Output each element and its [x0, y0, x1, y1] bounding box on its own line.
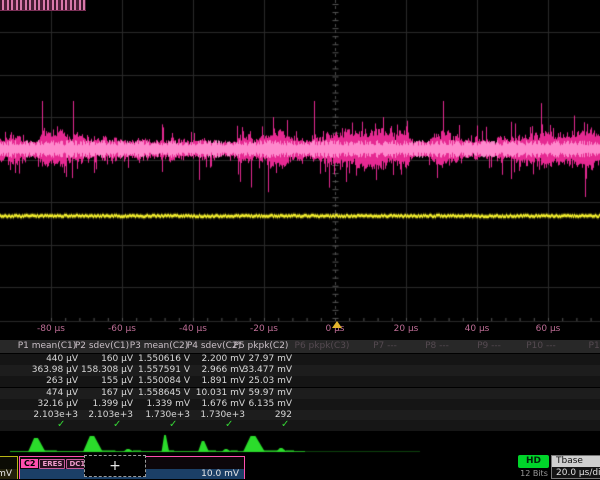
measurement-value: 33.477 mV: [218, 365, 292, 376]
measurement-row: 440 µV160 µV1.550616 V2.200 mV27.97 mV: [0, 354, 600, 366]
time-axis-label: -100 µs: [0, 324, 4, 334]
measurement-header-empty[interactable]: P11: [565, 341, 600, 352]
c2-label: C2: [21, 459, 38, 468]
c2-eres-badge: ERES: [39, 459, 65, 469]
measurement-header[interactable]: P5 pkpk(C2): [228, 341, 294, 352]
time-axis: -100 µs-80 µs-60 µs-40 µs-20 µs0 µs20 µs…: [0, 322, 600, 339]
measurement-value: 6.135 mV: [218, 399, 292, 410]
waveform-grid[interactable]: [0, 0, 600, 323]
measurement-header-empty[interactable]: P10 ---: [509, 341, 573, 352]
measurement-value: 27.97 mV: [218, 354, 292, 365]
time-axis-label: -80 µs: [21, 324, 81, 334]
measurement-value: 59.97 mV: [218, 388, 292, 399]
time-axis-label: 20 µs: [376, 324, 436, 334]
timebase-title: Tbase: [552, 456, 600, 467]
oscilloscope-screen: -100 µs-80 µs-60 µs-40 µs-20 µs0 µs20 µs…: [0, 0, 600, 480]
add-trace-button[interactable]: +: [84, 455, 146, 477]
time-axis-label: -40 µs: [163, 324, 223, 334]
time-axis-label: 60 µs: [518, 324, 578, 334]
measurement-row: 474 µV167 µV1.558645 V10.031 mV59.97 mV: [0, 388, 600, 400]
top-left-badge[interactable]: [0, 0, 86, 11]
time-axis-label: -20 µs: [234, 324, 294, 334]
measurement-row: 363.98 µV158.308 µV1.557591 V2.966 mV33.…: [0, 365, 600, 377]
time-axis-label: -60 µs: [92, 324, 152, 334]
timebase-descriptor[interactable]: Tbase 20.0 µs/div: [551, 455, 600, 479]
measurement-row: 263 µV155 µV1.550084 V1.891 mV25.03 mV: [0, 376, 600, 388]
measurement-header-empty[interactable]: P6 pkpk(C3): [290, 341, 354, 352]
c1-scale-value: 10.0 mV: [0, 469, 17, 479]
time-axis-label: 40 µs: [447, 324, 507, 334]
hd-mode-badge[interactable]: HD: [518, 455, 549, 468]
hd-bits-label: 12 Bits: [512, 469, 556, 478]
channel-descriptor-c1[interactable]: C1 DC1M 10.0 mV: [0, 456, 18, 479]
trigger-delay-marker[interactable]: [332, 321, 342, 328]
measurement-value: 25.03 mV: [218, 376, 292, 387]
histogram-trace[interactable]: [0, 428, 600, 456]
plus-icon: +: [109, 458, 121, 474]
measurement-row: 32.16 µV1.399 µV1.339 mV1.676 mV6.135 mV: [0, 399, 600, 411]
timebase-value: 20.0 µs/div: [552, 467, 600, 478]
measurement-header-row: P1 mean(C1)P2 sdev(C1)P3 mean(C2)P4 sdev…: [0, 340, 600, 354]
